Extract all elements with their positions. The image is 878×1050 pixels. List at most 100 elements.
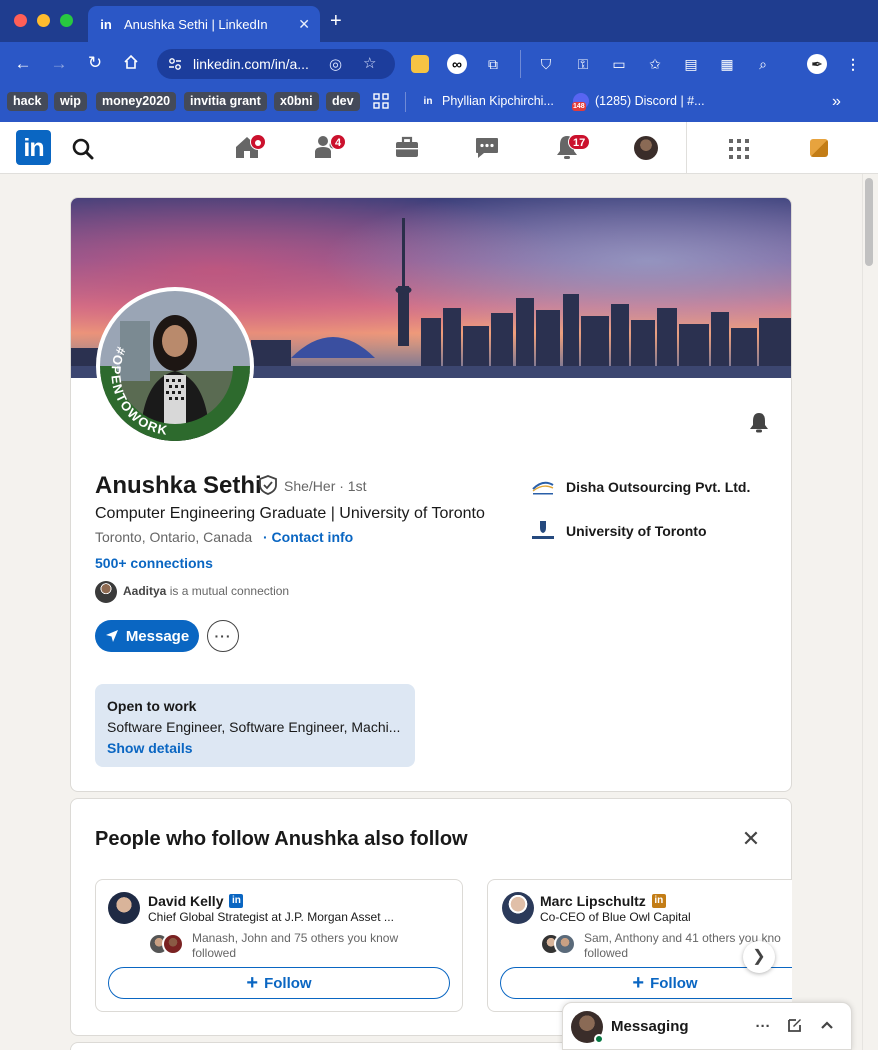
page-scrollbar[interactable] (862, 174, 878, 1050)
plus-icon: + (632, 972, 645, 994)
forward-arrow-icon[interactable]: → (47, 54, 71, 74)
mutual-line: Manash, John and 75 others you know (192, 931, 399, 945)
disha-logo (530, 475, 556, 499)
puzzle-extension-icon[interactable]: ⧉ (483, 54, 503, 74)
search-icon[interactable] (70, 136, 96, 162)
bookmark-divider (405, 92, 406, 112)
mutual-connection-name: Aaditya (123, 584, 167, 598)
eye-off-icon[interactable]: ◎ (329, 55, 342, 73)
maximize-window-button[interactable] (60, 14, 73, 27)
person-avatar[interactable] (502, 892, 534, 924)
profile-avatar-icon[interactable]: ✒ (807, 54, 827, 74)
linkedin-logo[interactable]: in (16, 130, 51, 165)
messaging-title[interactable]: Messaging (611, 1018, 689, 1035)
linkedin-favicon-icon: in (100, 16, 112, 32)
bookmark-dev[interactable]: dev (326, 92, 360, 111)
star-list-icon[interactable]: ✩ (645, 54, 665, 74)
follow-button-label: Follow (650, 974, 698, 992)
bookmark-hack[interactable]: hack (7, 92, 48, 111)
back-arrow-icon[interactable]: ← (11, 54, 35, 74)
online-status-dot (594, 1034, 604, 1044)
profile-photo-image: #OPENTOWORK (100, 291, 250, 441)
compose-message-icon[interactable] (785, 1017, 805, 1037)
mutual-avatar (162, 933, 184, 955)
tab-close-icon[interactable]: ✕ (298, 16, 310, 33)
bookmark-x0bni[interactable]: x0bni (274, 92, 319, 111)
person-name-row[interactable]: David Kelly in (148, 893, 244, 909)
home-icon[interactable] (119, 54, 143, 75)
follow-button-label: Follow (264, 974, 312, 992)
profile-name: Anushka Sethi (95, 472, 262, 499)
current-company-link[interactable]: Disha Outsourcing Pvt. Ltd. (530, 475, 750, 499)
person-avatar[interactable] (108, 892, 140, 924)
card-icon[interactable]: ▭ (609, 54, 629, 74)
person-name-row[interactable]: Marc Lipschultz in (540, 893, 666, 909)
mutual-avatars (148, 933, 188, 955)
bookmark-star-icon[interactable]: ☆ (363, 54, 376, 72)
linkedin-icon: in (423, 95, 433, 107)
work-apps-grid-icon[interactable] (729, 139, 749, 159)
bookmark-label: Phyllian Kipchirchi... (442, 94, 554, 108)
plus-icon: + (246, 972, 259, 994)
person-name: David Kelly (148, 893, 224, 909)
mutual-line: followed (192, 946, 237, 960)
minimize-window-button[interactable] (37, 14, 50, 27)
address-bar[interactable]: linkedin.com/in/a... ◎ ☆ (157, 49, 395, 79)
follow-notification-bell-icon[interactable] (747, 410, 771, 434)
profile-photo[interactable]: #OPENTOWORK (96, 287, 254, 445)
connections-link[interactable]: 500+ connections (95, 555, 213, 571)
mutual-connection-avatar[interactable] (95, 581, 117, 603)
follow-button[interactable]: + Follow (500, 967, 792, 999)
discord-badge: 148 (572, 102, 586, 111)
key-icon[interactable]: ⚿ (573, 54, 593, 74)
reading-list-icon[interactable]: ▤ (681, 54, 701, 74)
jobs-briefcase-icon[interactable] (394, 134, 420, 160)
apps-grid-icon[interactable] (373, 93, 389, 109)
show-details-link[interactable]: Show details (107, 740, 403, 756)
infinity-extension-icon[interactable]: ∞ (447, 54, 467, 74)
bookmark-invitia-grant[interactable]: invitia grant (184, 92, 267, 111)
messaging-nav-icon[interactable] (474, 134, 500, 160)
mutual-avatars (540, 933, 580, 955)
more-actions-button[interactable]: ··· (207, 620, 239, 652)
url-text: linkedin.com/in/a... (193, 56, 309, 72)
messaging-more-icon[interactable]: ··· (753, 1017, 773, 1037)
toolbar-divider (520, 50, 521, 78)
suggested-person-card[interactable]: David Kelly in Chief Global Strategist a… (95, 879, 463, 1012)
site-info-icon[interactable] (167, 56, 183, 72)
verified-shield-icon[interactable] (257, 474, 279, 496)
new-tab-button[interactable]: + (330, 10, 342, 33)
premium-icon[interactable] (810, 139, 828, 157)
tab-search-icon[interactable]: ⌕ (753, 54, 773, 74)
reload-icon[interactable]: ↻ (83, 53, 107, 73)
mutual-connection-text[interactable]: Aaditya is a mutual connection (123, 584, 289, 598)
person-mutual-text: Manash, John and 75 others you know foll… (192, 931, 398, 961)
bookmark-wip[interactable]: wip (54, 92, 87, 111)
school-name: University of Toronto (566, 523, 707, 539)
profile-location: Toronto, Ontario, Canada (95, 529, 253, 545)
bookmark-discord[interactable]: 148 (1285) Discord | #... (572, 93, 705, 111)
follow-button[interactable]: + Follow (108, 967, 450, 999)
keep-extension-icon[interactable] (411, 55, 429, 73)
browser-tab[interactable]: in Anushka Sethi | LinkedIn ✕ (88, 6, 320, 42)
header-divider (686, 122, 687, 174)
close-window-button[interactable] (14, 14, 27, 27)
me-avatar[interactable] (634, 136, 658, 160)
incognito-icon[interactable]: ⛉ (536, 54, 556, 74)
messaging-overlay[interactable]: Messaging ··· (562, 1002, 852, 1050)
close-icon[interactable]: ✕ (740, 828, 762, 850)
tab-grid-icon[interactable]: ▦ (717, 54, 737, 74)
bookmark-money2020[interactable]: money2020 (96, 92, 177, 111)
browser-menu-icon[interactable]: ⋮ (843, 54, 863, 74)
chevron-up-icon[interactable] (817, 1017, 837, 1037)
scrollbar-thumb[interactable] (865, 178, 873, 266)
bookmark-label: (1285) Discord | #... (595, 94, 705, 108)
carousel-next-button[interactable]: ❯ (743, 941, 775, 973)
education-link[interactable]: University of Toronto (530, 519, 707, 543)
message-button-label: Message (125, 627, 190, 645)
bookmark-phyllian[interactable]: in Phyllian Kipchirchi... (420, 93, 554, 109)
contact-info-link[interactable]: · Contact info (263, 529, 353, 545)
message-button[interactable]: Message (95, 620, 199, 652)
notifications-badge: 17 (568, 134, 591, 150)
more-bookmarks-chevron-icon[interactable]: » (832, 93, 841, 111)
